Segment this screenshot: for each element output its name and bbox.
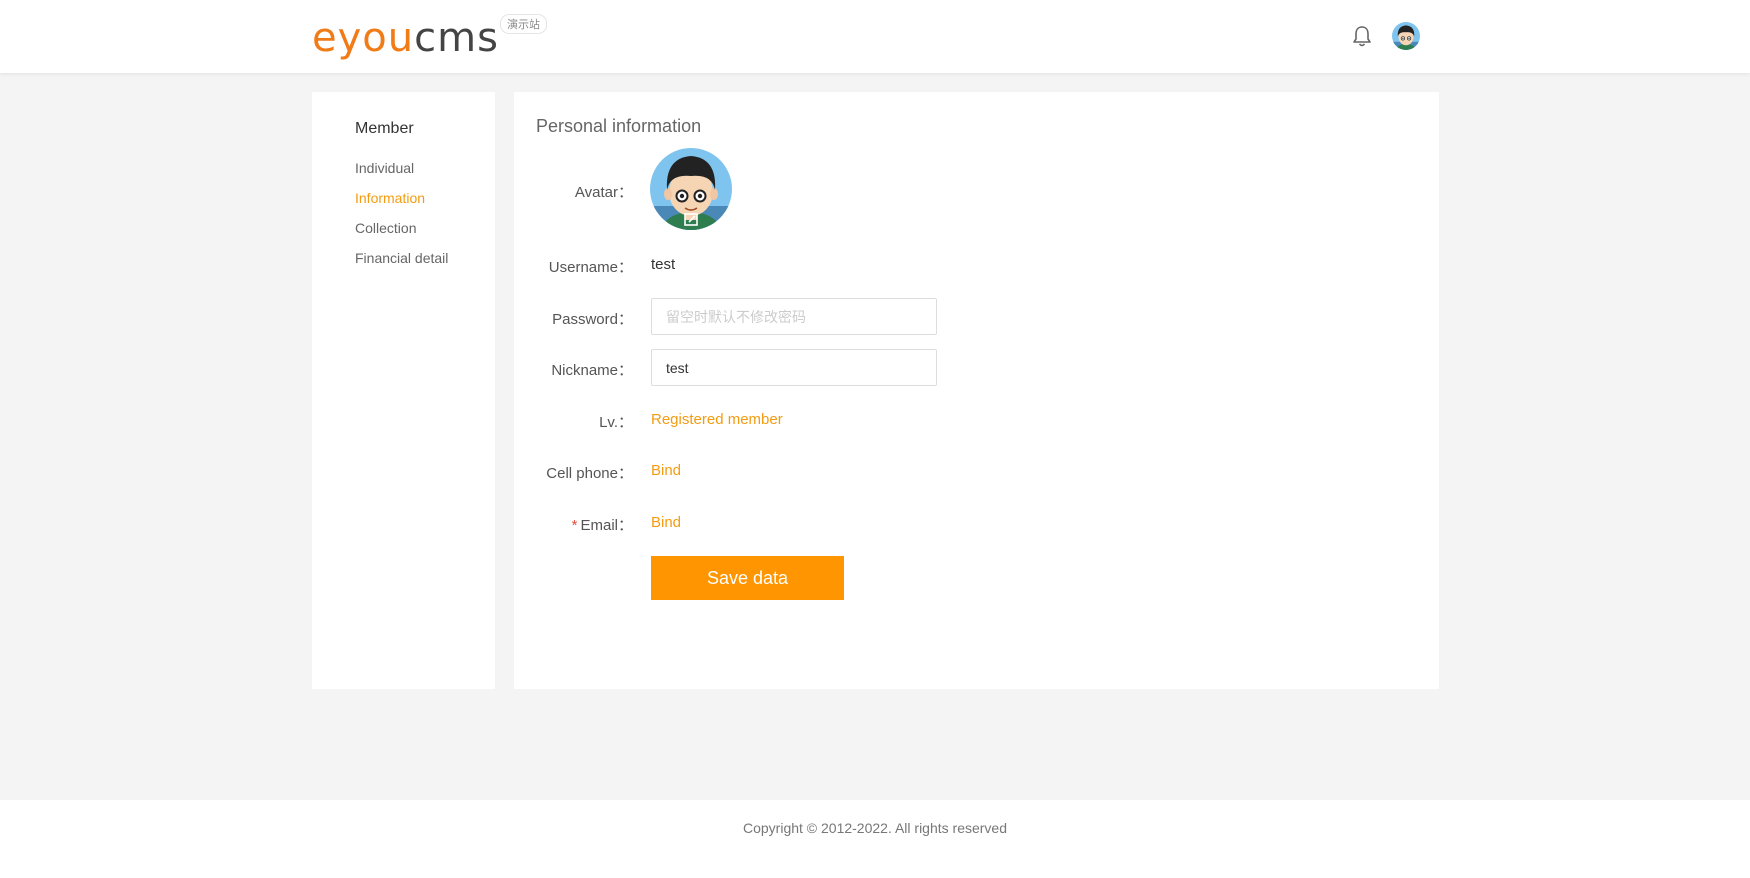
avatar-label: Avatar：: [574, 184, 633, 201]
required-mark: *: [571, 517, 578, 534]
site-logo[interactable]: eyoucms 演示站: [312, 14, 547, 61]
sidebar-item-collection[interactable]: Collection: [355, 220, 416, 236]
demo-site-badge: 演示站: [500, 14, 547, 34]
copyright-text: Copyright © 2012-2022. All rights reserv…: [742, 820, 1007, 836]
member-sidebar: Member Individual Information Collection…: [312, 92, 495, 689]
nickname-label: Nickname：: [551, 362, 633, 379]
cell-phone-label: Cell phone：: [546, 465, 633, 482]
sidebar-item-individual[interactable]: Individual: [355, 160, 414, 176]
bind-email-link[interactable]: Bind: [651, 514, 681, 531]
avatar-upload[interactable]: [650, 148, 732, 230]
sidebar-title: Member: [355, 120, 414, 137]
level-value-link[interactable]: Registered member: [651, 411, 783, 428]
sidebar-item-information[interactable]: Information: [355, 190, 425, 206]
logo-text-cms: cms: [414, 15, 499, 61]
avatar-illustration-icon: [1392, 22, 1420, 50]
user-avatar[interactable]: [1392, 22, 1420, 50]
username-label: Username：: [548, 259, 633, 276]
bell-icon[interactable]: [1352, 25, 1372, 47]
bind-phone-link[interactable]: Bind: [651, 462, 681, 479]
page-title: Personal information: [536, 116, 702, 136]
nickname-input[interactable]: [651, 349, 937, 386]
password-label: Password：: [552, 311, 633, 328]
personal-info-panel: Personal information Avatar： Username： t…: [514, 92, 1439, 689]
save-data-button[interactable]: Save data: [651, 556, 844, 600]
email-label-text: Email：: [580, 517, 633, 534]
avatar-illustration-icon: [650, 148, 732, 230]
footer: Copyright © 2012-2022. All rights reserv…: [0, 800, 1750, 878]
sidebar-item-financial-detail[interactable]: Financial detail: [355, 250, 448, 266]
username-value: test: [651, 256, 676, 273]
level-label: Lv.：: [599, 414, 633, 431]
logo-text-eyou: eyou: [312, 15, 415, 61]
email-label: * Email：: [572, 514, 633, 535]
top-bar: eyoucms 演示站: [0, 0, 1750, 73]
password-input[interactable]: [651, 298, 937, 335]
